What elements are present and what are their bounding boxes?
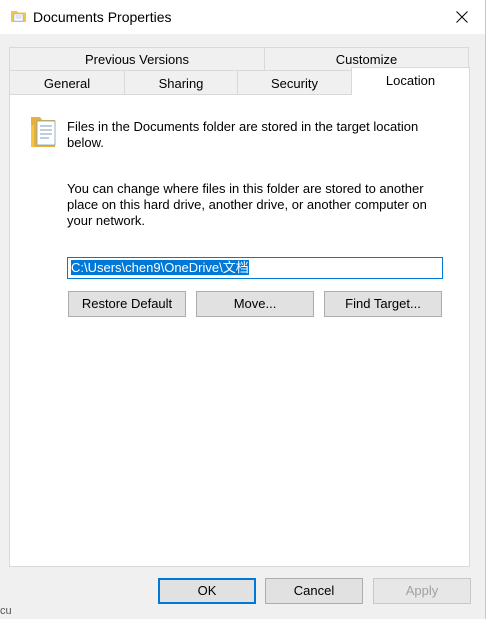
tab-location[interactable]: Location (351, 67, 470, 95)
cancel-button[interactable]: Cancel (265, 578, 363, 604)
title-bar: Documents Properties (0, 0, 485, 34)
window-title: Documents Properties (33, 9, 172, 25)
documents-folder-icon (30, 111, 60, 149)
tab-sharing[interactable]: Sharing (124, 70, 238, 95)
documents-folder-icon (11, 9, 27, 23)
properties-window: Documents Properties Previous Versions C… (0, 0, 486, 619)
tab-general[interactable]: General (9, 70, 125, 95)
background-text-fragment: cu (0, 605, 12, 617)
location-description-text: You can change where files in this folde… (67, 181, 427, 228)
location-panel: Files in the Documents folder are stored… (9, 94, 470, 567)
apply-button[interactable]: Apply (373, 578, 471, 604)
location-path-value: C:\Users\chen9\OneDrive\文档 (71, 260, 249, 275)
tab-previous-versions[interactable]: Previous Versions (9, 47, 265, 71)
tab-security[interactable]: Security (237, 70, 352, 95)
restore-default-button[interactable]: Restore Default (68, 291, 186, 317)
location-path-input[interactable]: C:\Users\chen9\OneDrive\文档 (67, 257, 443, 279)
find-target-button[interactable]: Find Target... (324, 291, 442, 317)
close-icon (456, 11, 468, 23)
location-intro-text: Files in the Documents folder are stored… (67, 119, 419, 150)
move-button[interactable]: Move... (196, 291, 314, 317)
ok-button[interactable]: OK (158, 578, 256, 604)
close-button[interactable] (439, 0, 485, 34)
